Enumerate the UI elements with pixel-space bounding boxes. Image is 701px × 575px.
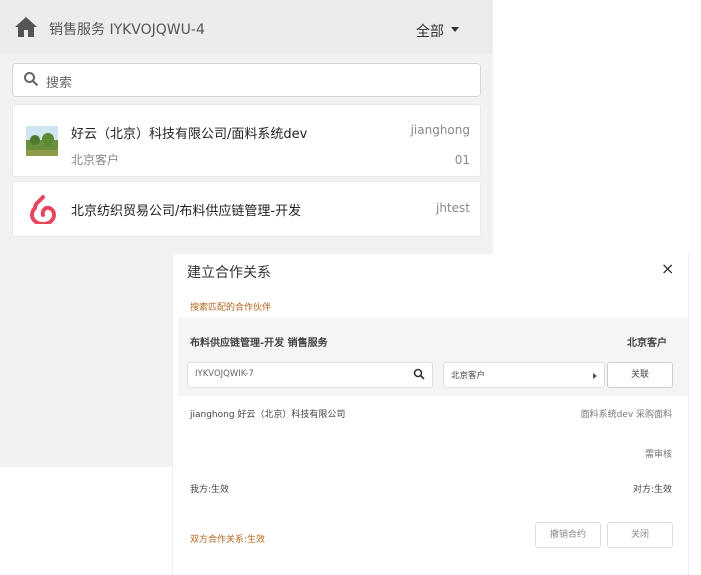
home-icon[interactable] (14, 16, 38, 38)
close-icon[interactable]: × (661, 259, 674, 278)
our-side-status: 我方:生效 (190, 485, 230, 495)
dialog-subtitle: 搜索匹配的合作伙伴 (190, 303, 272, 313)
header-bar: 销售服务 IYKVOJQWU-4 全部 (0, 0, 493, 54)
caret-down-icon[interactable] (451, 27, 459, 32)
client-type: 北京客户 (627, 338, 667, 349)
pending-review: 需审核 (644, 450, 672, 460)
item-user: jhtest (436, 201, 470, 215)
close-button[interactable]: 关闭 (607, 522, 673, 548)
client-type-select[interactable]: 北京客户 (443, 362, 605, 388)
partnership-dialog: 建立合作关系 × 搜索匹配的合作伙伴 布料供应链管理-开发 销售服务 北京客户 … (172, 254, 689, 575)
list-item[interactable]: 北京纺织贸易公司/布料供应链管理-开发 jhtest (12, 181, 481, 237)
caret-right-icon (593, 373, 597, 379)
thumbnail-image (26, 126, 58, 156)
dialog-title: 建立合作关系 (187, 265, 271, 281)
revoke-contract-button[interactable]: 撤销合约 (535, 522, 601, 548)
company-logo-icon (29, 195, 57, 224)
search-placeholder: 搜索 (46, 76, 73, 91)
partner-row-left: jianghong 好云（北京）科技有限公司 (190, 410, 346, 420)
code-input[interactable]: IYKVOJQWIK-7 (187, 362, 433, 388)
partner-name: 布料供应链管理-开发 销售服务 (190, 338, 328, 349)
relationship-status: 双方合作关系:生效 (190, 535, 266, 545)
select-value: 北京客户 (451, 371, 486, 381)
item-title: 北京纺织贸易公司/布料供应链管理-开发 (71, 204, 302, 219)
search-icon (24, 72, 39, 87)
list-item[interactable]: 好云（北京）科技有限公司/面料系统dev 北京客户 jianghong 01 (12, 104, 481, 177)
search-icon[interactable] (413, 368, 425, 380)
item-user: jianghong (410, 123, 470, 137)
their-side-status: 对方:生效 (632, 485, 672, 495)
filter-dropdown[interactable]: 全部 (416, 21, 444, 41)
search-input[interactable]: 搜索 (12, 63, 481, 97)
partner-row-right: 面料系统dev 采购面料 (580, 410, 672, 420)
link-button[interactable]: 关联 (607, 362, 673, 388)
item-title: 好云（北京）科技有限公司/面料系统dev (71, 127, 308, 142)
page-title: 销售服务 IYKVOJQWU-4 (49, 22, 205, 38)
item-count: 01 (454, 153, 470, 167)
item-subtitle: 北京客户 (71, 153, 120, 167)
code-input-value: IYKVOJQWIK-7 (195, 369, 254, 379)
